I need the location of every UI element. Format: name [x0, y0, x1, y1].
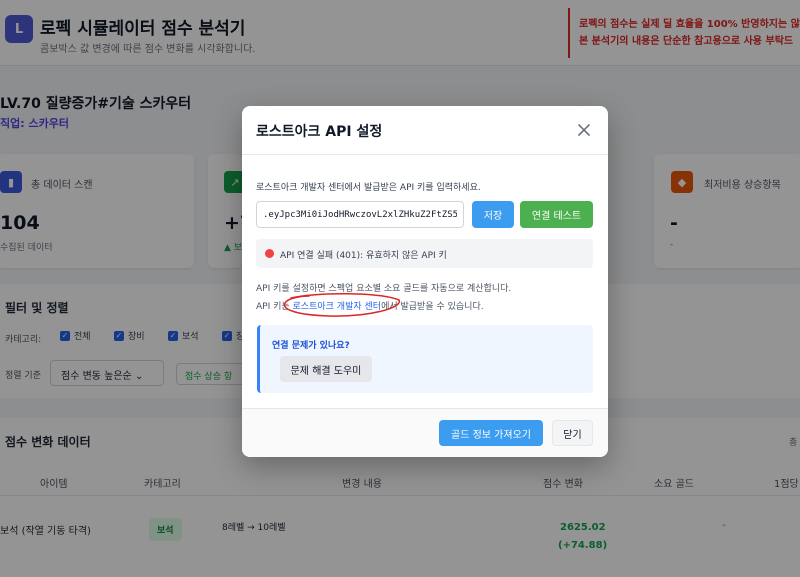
modal-title: 로스트아크 API 설정	[256, 124, 383, 140]
close-icon[interactable]	[575, 121, 593, 139]
api-key-input[interactable]	[256, 201, 464, 228]
fetch-gold-button[interactable]: 골드 정보 가져오기	[439, 420, 543, 446]
status-message: API 연결 실패 (401): 유효하지 않은 API 키	[280, 251, 447, 261]
troubleshoot-helper-button[interactable]: 문제 해결 도우미	[280, 356, 372, 382]
error-status-icon	[265, 249, 274, 258]
connection-status: API 연결 실패 (401): 유효하지 않은 API 키	[256, 239, 593, 268]
modal-header: 로스트아크 API 설정	[242, 106, 608, 155]
help-question: 연결 문제가 있나요?	[272, 341, 350, 351]
connection-test-button[interactable]: 연결 테스트	[520, 201, 593, 228]
api-key-description: 로스트아크 개발자 센터에서 발급받은 API 키를 입력하세요.	[256, 183, 481, 193]
troubleshoot-box: 연결 문제가 있나요? 문제 해결 도우미	[257, 325, 593, 393]
info-text-1: API 키를 설정하면 스펙업 요소별 소요 골드를 자동으로 계산합니다.	[256, 284, 512, 294]
developer-center-link[interactable]: 로스트아크 개발자 센터	[293, 302, 382, 312]
close-button[interactable]: 닫기	[552, 420, 593, 446]
save-button[interactable]: 저장	[472, 201, 514, 228]
info-text-2: API 키는 로스트아크 개발자 센터에서 발급받을 수 있습니다.	[256, 302, 484, 312]
api-settings-modal: 로스트아크 API 설정 로스트아크 개발자 센터에서 발급받은 API 키를 …	[242, 106, 608, 457]
